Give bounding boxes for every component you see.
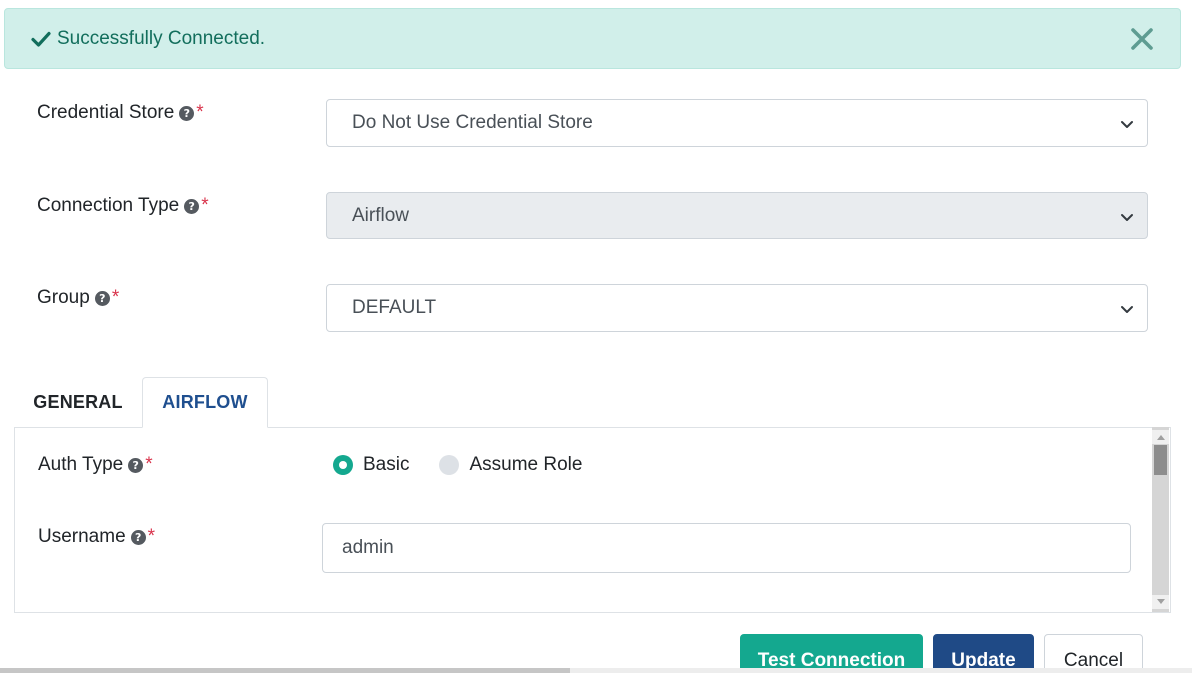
help-icon[interactable]: ? — [179, 105, 195, 121]
check-icon — [31, 29, 51, 49]
auth-type-label: Auth Type ? * — [38, 454, 153, 476]
required-marker: * — [147, 526, 156, 547]
radio-assume-role[interactable]: Assume Role — [439, 454, 582, 476]
help-icon[interactable]: ? — [184, 198, 200, 214]
page-horizontal-scrollbar[interactable] — [0, 668, 1192, 673]
scroll-down-icon[interactable] — [1152, 595, 1169, 609]
credential-store-label: Credential Store ? * — [37, 102, 204, 124]
radio-basic-label: Basic — [363, 454, 410, 475]
group-value: DEFAULT — [352, 297, 437, 318]
credential-store-label-text: Credential Store — [37, 102, 175, 123]
credential-store-value: Do Not Use Credential Store — [352, 112, 593, 133]
tab-general[interactable]: GENERAL — [14, 377, 142, 428]
connection-type-value: Airflow — [352, 204, 410, 226]
tab-airflow[interactable]: AIRFLOW — [142, 377, 268, 428]
auth-type-radio-group: Basic Assume Role — [333, 454, 612, 476]
radio-basic[interactable]: Basic — [333, 454, 409, 476]
group-label: Group ? * — [37, 287, 119, 309]
chevron-down-icon — [1121, 214, 1133, 221]
help-icon[interactable]: ? — [130, 529, 146, 545]
required-marker: * — [111, 287, 120, 308]
close-icon[interactable] — [1128, 25, 1156, 53]
scroll-up-icon[interactable] — [1152, 430, 1169, 444]
radio-selected-icon[interactable] — [333, 455, 353, 475]
required-marker: * — [196, 102, 204, 123]
success-alert: Successfully Connected. — [4, 8, 1181, 69]
panel-scrollbar[interactable] — [1152, 427, 1169, 612]
required-marker: * — [145, 454, 153, 475]
group-select[interactable]: DEFAULT — [326, 284, 1148, 332]
radio-unselected-icon[interactable] — [439, 455, 460, 475]
username-label: Username ? * — [38, 526, 155, 548]
airflow-tab-panel: Auth Type ? * Basic Assume Role Username… — [14, 427, 1171, 613]
chevron-down-icon — [1121, 306, 1133, 313]
alert-message: Successfully Connected. — [57, 27, 266, 49]
connection-type-label-text: Connection Type — [37, 195, 180, 216]
help-icon[interactable]: ? — [128, 457, 144, 473]
horizontal-scrollbar-thumb[interactable] — [0, 668, 570, 673]
chevron-down-icon — [1121, 121, 1133, 128]
username-input[interactable] — [322, 523, 1131, 573]
help-icon[interactable]: ? — [94, 290, 110, 306]
credential-store-select[interactable]: Do Not Use Credential Store — [326, 99, 1148, 147]
required-marker: * — [201, 195, 209, 216]
auth-type-label-text: Auth Type — [38, 454, 124, 475]
group-label-text: Group — [37, 287, 90, 308]
username-label-text: Username — [38, 526, 126, 547]
radio-assume-role-label: Assume Role — [469, 454, 583, 475]
scrollbar-thumb[interactable] — [1154, 445, 1167, 475]
connection-type-select: Airflow — [326, 192, 1148, 239]
connection-type-label: Connection Type ? * — [37, 195, 209, 217]
